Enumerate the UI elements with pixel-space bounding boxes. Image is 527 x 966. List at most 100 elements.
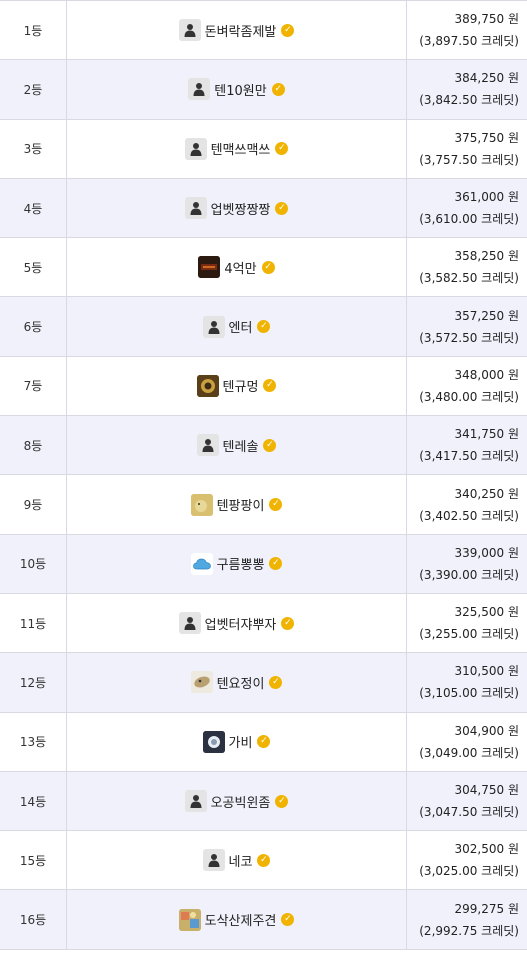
- user-cell[interactable]: 오공빅윈좀 ✓: [67, 771, 407, 831]
- amount-credits: (3,842.50 크레딧): [419, 93, 519, 108]
- amount-cell: 341,750 원 (3,417.50 크레딧): [407, 416, 527, 474]
- user-avatar-icon: [202, 730, 225, 753]
- rank-cell: 12등: [0, 653, 67, 712]
- amount-credits: (3,582.50 크레딧): [419, 271, 519, 286]
- amount-won: 341,750 원: [454, 427, 519, 442]
- amount-cell: 375,750 원 (3,757.50 크레딧): [407, 120, 527, 178]
- username[interactable]: 텐맥쓰맥쓰: [211, 139, 271, 158]
- ranking-row-8: 8등 텐레솔 ✓ 341,750 원 (3,417.50 크레딧): [0, 416, 527, 476]
- user-cell[interactable]: 도삭산제주견 ✓: [67, 890, 407, 949]
- ranking-row-14: 14등 오공빅윈좀 ✓ 304,750 원 (3,047.50 크레딧): [0, 771, 527, 832]
- user-cell[interactable]: 가비 ✓: [67, 712, 407, 771]
- ranking-row-15: 15등 네코 ✓ 302,500 원 (3,025.00 크레딧): [0, 831, 527, 891]
- verified-badge-icon: ✓: [271, 82, 285, 96]
- verified-badge-icon: ✓: [281, 616, 295, 630]
- ranking-row-16: 16등 도삭산제주견 ✓ 299,275 원 (2,992.75 크레딧): [0, 890, 527, 950]
- username[interactable]: 돈벼락좀제발: [205, 21, 277, 40]
- amount-credits: (2,992.75 크레딧): [419, 923, 519, 938]
- rank-cell: 2등: [0, 60, 67, 119]
- amount-won: 358,250 원: [454, 249, 519, 264]
- user-cell[interactable]: 업벳터쟈뿌자 ✓: [67, 593, 407, 653]
- username[interactable]: 업벳터쟈뿌자: [205, 614, 277, 633]
- amount-cell: 361,000 원 (3,610.00 크레딧): [407, 179, 527, 237]
- user-avatar-icon: [202, 849, 225, 872]
- username[interactable]: 오공빅윈좀: [211, 792, 271, 811]
- username[interactable]: 도삭산제주견: [205, 910, 277, 929]
- username[interactable]: 텐규멍: [223, 376, 259, 395]
- amount-credits: (3,417.50 크레딧): [419, 449, 519, 464]
- amount-credits: (3,390.00 크레딧): [419, 567, 519, 582]
- rank-cell: 1등: [0, 1, 67, 60]
- amount-won: 384,250 원: [454, 71, 519, 86]
- verified-badge-icon: ✓: [263, 438, 277, 452]
- rank-cell: 6등: [0, 297, 67, 356]
- user-cell[interactable]: 4억만 ✓: [67, 238, 407, 297]
- verified-badge-icon: ✓: [269, 675, 283, 689]
- user-cell[interactable]: 업벳짱짱짱 ✓: [67, 178, 407, 238]
- username[interactable]: 텐팡팡이: [217, 495, 265, 514]
- verified-badge-icon: ✓: [263, 379, 277, 393]
- user-cell[interactable]: 텐10원만 ✓: [67, 60, 407, 119]
- verified-badge-icon: ✓: [275, 142, 289, 156]
- ranking-row-4: 4등 업벳짱짱짱 ✓ 361,000 원 (3,610.00 크레딧): [0, 178, 527, 239]
- user-cell[interactable]: 엔터 ✓: [67, 297, 407, 356]
- username[interactable]: 업벳짱짱짱: [211, 199, 271, 218]
- user-cell[interactable]: 텐레솔 ✓: [67, 416, 407, 475]
- verified-badge-icon: ✓: [269, 557, 283, 571]
- username[interactable]: 텐10원만: [214, 80, 266, 99]
- ranking-row-5: 5등 4억만 ✓ 358,250 원 (3,582.50 크레딧): [0, 238, 527, 298]
- user-avatar-icon: [178, 908, 201, 931]
- verified-badge-icon: ✓: [261, 260, 275, 274]
- user-cell[interactable]: 텐요정이 ✓: [67, 653, 407, 712]
- user-avatar-icon: [184, 790, 207, 812]
- amount-cell: 389,750 원 (3,897.50 크레딧): [407, 1, 527, 59]
- user-cell[interactable]: 텐규멍 ✓: [67, 356, 407, 416]
- username[interactable]: 텐레솔: [223, 436, 259, 455]
- user-cell[interactable]: 구름뽕뽕 ✓: [67, 534, 407, 593]
- username[interactable]: 구름뽕뽕: [217, 554, 265, 573]
- username[interactable]: 엔터: [229, 317, 253, 336]
- ranking-row-9: 9등 텐팡팡이 ✓ 340,250 원 (3,402.50 크레딧): [0, 475, 527, 535]
- amount-won: 304,750 원: [454, 783, 519, 797]
- username[interactable]: 네코: [229, 851, 253, 870]
- amount-won: 357,250 원: [454, 308, 519, 323]
- amount-cell: 310,500 원 (3,105.00 크레딧): [407, 653, 527, 711]
- username[interactable]: 4억만: [224, 258, 256, 277]
- user-avatar-icon: [198, 256, 221, 279]
- user-avatar-icon: [196, 434, 219, 457]
- amount-cell: 325,500 원 (3,255.00 크레딧): [407, 594, 527, 652]
- user-avatar-icon: [196, 374, 219, 397]
- amount-cell: 339,000 원 (3,390.00 크레딧): [407, 535, 527, 593]
- rank-cell: 8등: [0, 416, 67, 475]
- rank-cell: 15등: [0, 831, 67, 890]
- amount-credits: (3,105.00 크레딧): [419, 686, 519, 701]
- ranking-row-2: 2등 텐10원만 ✓ 384,250 원 (3,842.50 크레딧): [0, 60, 527, 120]
- rank-cell: 16등: [0, 890, 67, 949]
- amount-cell: 304,900 원 (3,049.00 크레딧): [407, 713, 527, 771]
- ranking-row-11: 11등 업벳터쟈뿌자 ✓ 325,500 원 (3,255.00 크레딧): [0, 593, 527, 654]
- verified-badge-icon: ✓: [281, 913, 295, 927]
- user-cell[interactable]: 돈벼락좀제발 ✓: [67, 1, 407, 60]
- verified-badge-icon: ✓: [257, 853, 271, 867]
- rank-cell: 3등: [0, 119, 67, 178]
- rank-cell: 7등: [0, 356, 67, 416]
- verified-badge-icon: ✓: [269, 498, 283, 512]
- rank-cell: 13등: [0, 712, 67, 771]
- user-cell[interactable]: 텐맥쓰맥쓰 ✓: [67, 119, 407, 178]
- rank-cell: 9등: [0, 475, 67, 534]
- user-avatar-icon: [188, 78, 211, 101]
- user-cell[interactable]: 네코 ✓: [67, 831, 407, 890]
- username[interactable]: 가비: [229, 732, 253, 751]
- amount-won: 299,275 원: [454, 901, 519, 916]
- amount-credits: (3,480.00 크레딧): [419, 389, 519, 404]
- amount-cell: 340,250 원 (3,402.50 크레딧): [407, 475, 527, 533]
- rank-cell: 14등: [0, 771, 67, 831]
- amount-won: 361,000 원: [454, 190, 519, 205]
- amount-credits: (3,572.50 크레딧): [419, 330, 519, 345]
- user-avatar-icon: [184, 197, 207, 220]
- amount-credits: (3,757.50 크레딧): [419, 152, 519, 167]
- user-avatar-icon: [178, 19, 201, 42]
- rank-cell: 10등: [0, 534, 67, 593]
- username[interactable]: 텐요정이: [217, 673, 265, 692]
- user-cell[interactable]: 텐팡팡이 ✓: [67, 475, 407, 534]
